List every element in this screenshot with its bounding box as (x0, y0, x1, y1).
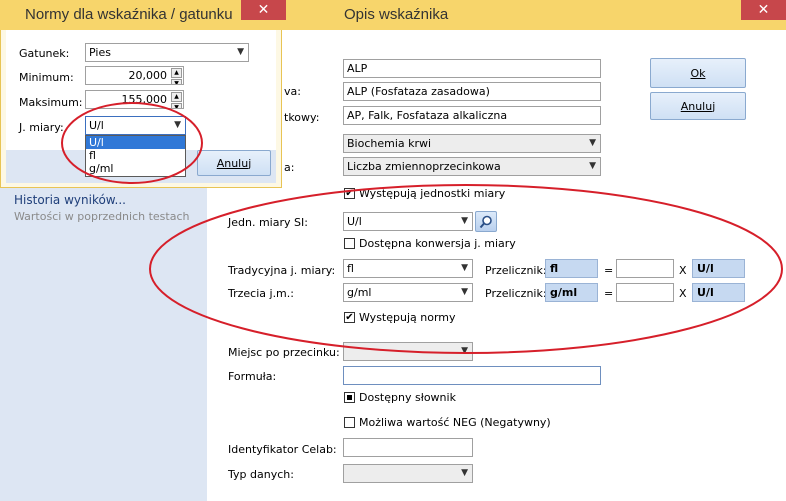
code-field[interactable]: ALP (343, 59, 601, 78)
short-name-field[interactable]: AP, Falk, Fosfataza alkaliczna (343, 106, 601, 125)
chevron-down-icon: ▼ (237, 47, 244, 57)
species-label: Gatunek: (19, 47, 70, 60)
datatype-select[interactable]: ▼ (343, 464, 473, 483)
type-select[interactable]: Liczba zmiennoprzecinkowa ▼ (343, 157, 601, 176)
chevron-down-icon: ▼ (589, 161, 596, 171)
ok-button[interactable]: Ok (650, 58, 746, 88)
norms-cancel-button-label: Anuluj (216, 156, 252, 170)
neg-checkbox-label: Możliwa wartość NEG (Negatywny) (359, 416, 551, 429)
species-select[interactable]: Pies ▼ (85, 43, 249, 62)
norms-title: Normy dla wskaźnika / gatunku (25, 6, 233, 23)
group-value: Biochemia krwi (347, 137, 432, 150)
name-label: va: (284, 85, 301, 98)
dictionary-checkbox[interactable] (344, 392, 355, 403)
main-close-button[interactable]: ✕ (741, 0, 786, 20)
annotation-ellipse-main (149, 184, 783, 354)
celab-label: Identyfikator Celab: (228, 443, 337, 456)
cancel-button[interactable]: Anuluj (650, 92, 746, 120)
short-name-label: tkowy: (284, 111, 320, 124)
dictionary-checkbox-label: Dostępny słownik (359, 391, 456, 404)
ok-button-label: Ok (690, 66, 706, 80)
minimum-spinner[interactable]: ▲ ▼ (171, 67, 182, 84)
formula-label: Formuła: (228, 370, 277, 383)
close-icon: ✕ (257, 2, 270, 18)
norms-close-button[interactable]: ✕ (241, 0, 286, 20)
minimum-label: Minimum: (19, 71, 74, 84)
group-select[interactable]: Biochemia krwi ▼ (343, 134, 601, 153)
type-label: a: (284, 161, 295, 174)
chevron-down-icon: ▼ (461, 468, 468, 478)
annotation-ellipse-norms (61, 102, 203, 184)
name-field[interactable]: ALP (Fosfataza zasadowa) (343, 82, 601, 101)
celab-field[interactable] (343, 438, 473, 457)
close-icon: ✕ (757, 2, 770, 18)
type-value: Liczba zmiennoprzecinkowa (347, 160, 501, 173)
formula-field[interactable] (343, 366, 601, 385)
minimum-value: 20,000 (128, 69, 168, 82)
cancel-button-label: Anuluj (680, 99, 716, 113)
minimum-field[interactable]: 20,000 ▲ ▼ (85, 66, 184, 85)
unit-label: J. miary: (19, 121, 64, 134)
datatype-label: Typ danych: (228, 468, 294, 481)
neg-checkbox[interactable] (344, 417, 355, 428)
norms-cancel-button[interactable]: Anuluj (197, 150, 271, 176)
main-title: Opis wskaźnika (344, 6, 449, 23)
species-value: Pies (89, 46, 111, 59)
chevron-down-icon: ▼ (589, 138, 596, 148)
history-link[interactable]: Historia wyników... (14, 193, 126, 207)
